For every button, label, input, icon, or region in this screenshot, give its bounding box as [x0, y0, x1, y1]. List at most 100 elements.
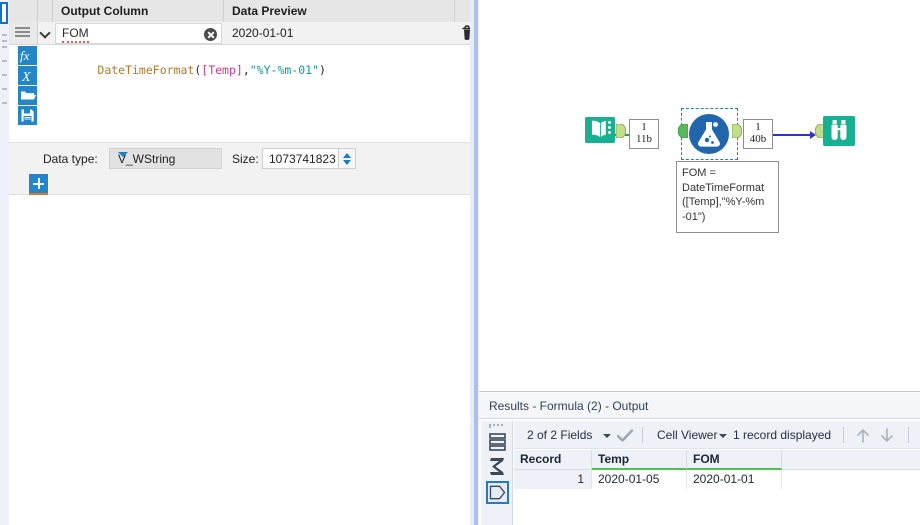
svg-text:fx: fx — [20, 48, 30, 63]
formula-configuration-panel: Output Column Data Preview FOM 2020-01-0… — [0, 0, 472, 525]
output-grid-header: Output Column Data Preview — [9, 0, 470, 22]
cell-record: 1 — [514, 470, 592, 489]
checkmark-icon[interactable] — [617, 429, 633, 442]
output-anchor-1[interactable] — [616, 124, 626, 138]
grid-header-handle-col — [9, 0, 38, 22]
connection-label-1: 1 11b — [629, 119, 659, 149]
rail-tick — [2, 102, 7, 104]
cell-temp: 2020-01-05 — [592, 470, 687, 489]
chevron-down-icon — [118, 152, 128, 157]
results-title: Results - Formula (2) - Output — [479, 393, 920, 419]
size-value: 1073741823 — [269, 152, 336, 166]
column-header-fom[interactable]: FOM — [687, 450, 782, 470]
output-column-row: FOM 2020-01-01 — [9, 22, 472, 45]
open-folder-button[interactable] — [18, 86, 37, 105]
formula-token-paren-close: ) — [319, 63, 326, 77]
variable-button[interactable]: X — [18, 66, 37, 85]
row-expand-toggle[interactable] — [38, 22, 55, 44]
data-type-label: Data type: — [43, 152, 98, 166]
binoculars-icon — [823, 116, 855, 146]
rail-tick — [2, 40, 7, 42]
arrow-up-icon[interactable] — [855, 427, 871, 444]
results-toolbar: 2 of 2 Fields Cell Viewer 1 record displ… — [514, 421, 920, 449]
folder-icon — [21, 91, 36, 100]
data-preview-value: 2020-01-01 — [224, 23, 455, 44]
add-button-underline — [29, 193, 48, 195]
toolbar-separator — [642, 427, 643, 443]
size-input[interactable]: 1073741823 — [262, 148, 339, 169]
connection-size: 40b — [749, 133, 767, 145]
column-header-record[interactable]: Record — [514, 450, 592, 470]
connection-record-count: 1 — [755, 121, 761, 133]
cell-viewer-dropdown-caret[interactable] — [719, 434, 727, 438]
book-icon — [585, 117, 615, 143]
cell-viewer-label[interactable]: Cell Viewer — [657, 421, 717, 449]
vertical-splitter[interactable] — [470, 0, 479, 525]
clear-circle-icon[interactable] — [204, 28, 217, 41]
fx-icon: fx — [20, 48, 30, 63]
rail-tick — [2, 34, 7, 36]
rail-tick — [2, 74, 7, 76]
formula-token-field: [Temp] — [201, 63, 243, 77]
formula-tool-buttons: fx X — [18, 46, 37, 126]
formula-expression-text: DateTimeFormat([Temp],"%Y-%m-01") — [42, 49, 326, 91]
metadata-field-icon[interactable] — [486, 481, 509, 504]
output-column-name-value: FOM — [62, 27, 89, 43]
browse-tool-node[interactable] — [821, 112, 857, 151]
cell-fom: 2020-01-01 — [687, 470, 782, 489]
arrow-down-icon[interactable] — [879, 427, 895, 444]
floppy-icon — [21, 109, 34, 122]
column-header-data-preview: Data Preview — [224, 0, 455, 22]
column-header-empty — [782, 450, 920, 470]
connection-size: 11b — [635, 133, 653, 145]
rail-tick — [2, 46, 7, 48]
summary-sigma-icon[interactable] — [486, 455, 509, 478]
app-window: Output Column Data Preview FOM 2020-01-0… — [0, 0, 920, 525]
data-type-row: Data type: V_WString Size: 1073741823 — [9, 142, 470, 174]
records-view-icon[interactable] — [486, 430, 509, 453]
add-output-column-button[interactable] — [29, 174, 48, 193]
workflow-canvas[interactable]: 1 11b 1 40b FOM = DateTimeFormat ([Temp]… — [479, 0, 920, 392]
column-header-output-column: Output Column — [53, 0, 224, 22]
column-header-temp[interactable]: Temp — [592, 450, 687, 470]
function-button[interactable]: fx — [18, 46, 37, 65]
rail-tick — [2, 88, 7, 90]
text-input-tool-node[interactable] — [583, 113, 617, 150]
results-panel: Results - Formula (2) - Output 2 of 2 Fi… — [479, 393, 920, 525]
output-column-name-field[interactable]: FOM — [55, 23, 222, 44]
row-drag-handle[interactable] — [9, 22, 38, 44]
size-label: Size: — [232, 152, 259, 166]
rail-tick — [2, 60, 7, 62]
toolbar-grip-icon[interactable] — [489, 424, 507, 428]
data-type-select[interactable]: V_WString — [109, 148, 222, 169]
variable-x-icon: X — [21, 70, 31, 85]
grid-header-actions-col — [455, 0, 470, 22]
results-side-toolbar — [481, 421, 513, 525]
formula-token-function: DateTimeFormat — [97, 63, 195, 77]
fields-count-label[interactable]: 2 of 2 Fields — [527, 421, 592, 449]
cell-empty — [782, 470, 920, 489]
toolbar-separator — [908, 427, 909, 443]
connection-label-2: 1 40b — [743, 119, 773, 149]
toolbar-separator — [843, 427, 844, 443]
rail-selected-marker[interactable] — [0, 2, 8, 24]
stepper-up-icon[interactable] — [343, 153, 351, 158]
node-annotation: FOM = DateTimeFormat ([Temp],"%Y-%m -01"… — [676, 161, 779, 233]
fields-dropdown-caret[interactable] — [603, 434, 611, 438]
svg-text:X: X — [21, 70, 31, 85]
grid-header-expand-col — [38, 0, 53, 22]
save-button[interactable] — [18, 106, 37, 125]
results-table[interactable]: Record Temp FOM 1 2020-01-05 2020-01-01 — [514, 450, 920, 525]
formula-tool-node[interactable] — [687, 112, 731, 159]
chevron-down-icon — [39, 27, 51, 39]
stepper-down-icon[interactable] — [343, 160, 351, 165]
formula-token-string: "%Y-%m-01" — [249, 63, 319, 77]
add-column-row — [9, 174, 470, 195]
output-anchor-2[interactable] — [732, 124, 742, 138]
formula-expression-editor[interactable]: DateTimeFormat([Temp],"%Y-%m-01") — [37, 45, 470, 142]
size-stepper[interactable] — [339, 148, 356, 169]
splitter-bar — [474, 0, 478, 525]
panel-left-rail — [0, 0, 9, 525]
formula-token-comma: , — [242, 63, 250, 77]
flask-icon — [689, 114, 729, 154]
